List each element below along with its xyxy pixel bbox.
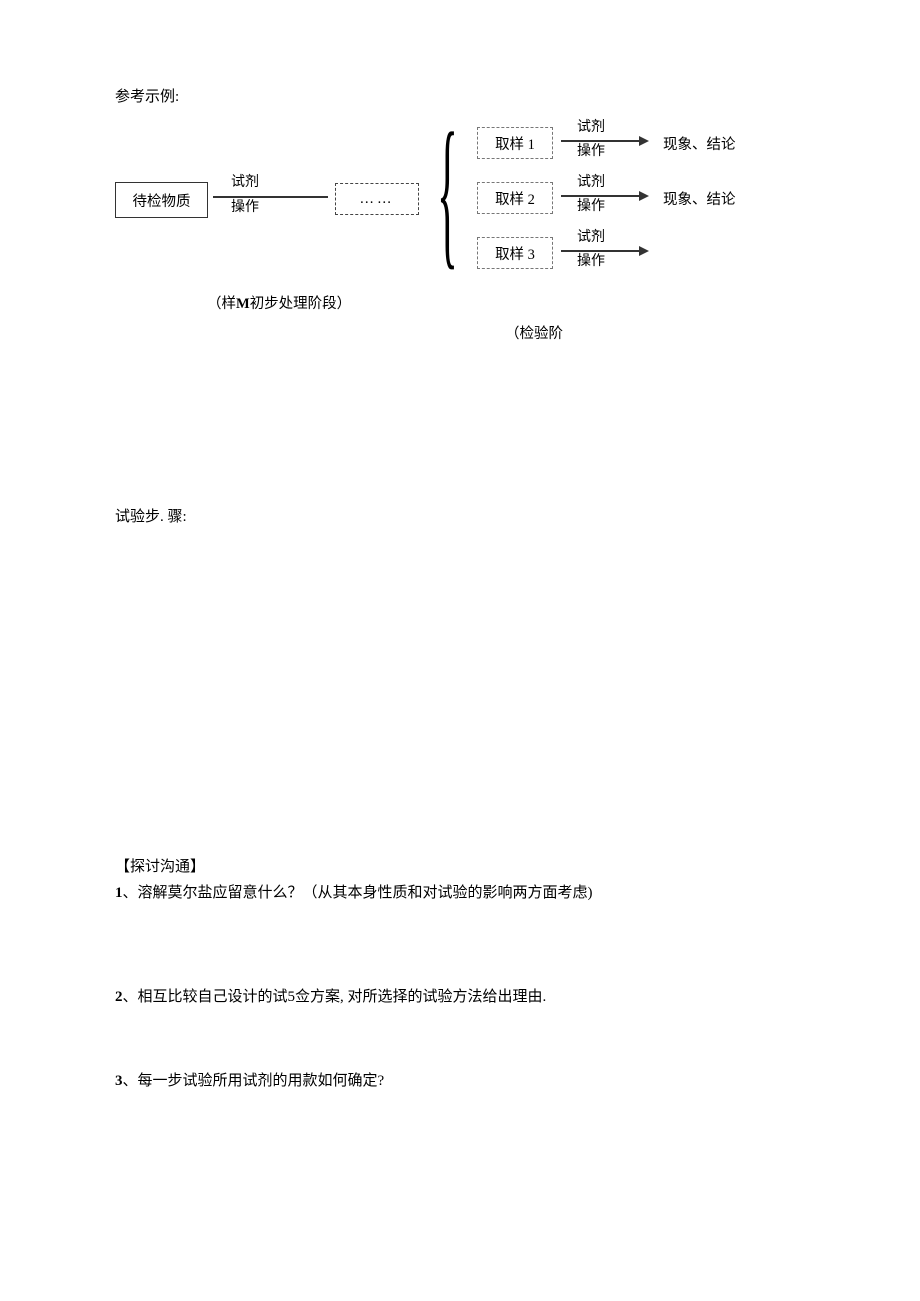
result-text-2: 现象、结论 [663, 188, 736, 209]
caption-left-text: （样M初步处理阶段） [207, 296, 351, 312]
reagent-label-s3-top: 试剂 [577, 230, 605, 246]
flowchart-diagram: 待检物质 试剂 操作 …… { 取样 1 试剂 操作 现象、结论 取样 2 试剂… [115, 120, 815, 290]
ellipsis-box: …… [335, 183, 419, 215]
reagent-label-s3-bottom: 操作 [577, 254, 605, 270]
reagent-label-s1-bottom: 操作 [577, 144, 605, 160]
q2-number: 2 [115, 989, 123, 1005]
arrow-line-s2 [561, 195, 639, 197]
discussion-section: 【探讨沟通】 1、溶解莫尔盐应留意什么？（从其本身性质和对试验的影响两方面考虑)… [115, 855, 805, 1096]
pending-substance-box: 待检物质 [115, 182, 208, 218]
reagent-label-1-bottom: 操作 [231, 200, 259, 216]
experiment-steps-label: 试验步. 骤: [115, 505, 187, 526]
arrow-head-s2 [639, 191, 649, 201]
arrow-head-s1 [639, 136, 649, 146]
q1-number: 1 [115, 885, 123, 901]
q3-number: 3 [115, 1073, 123, 1089]
question-1: 1、溶解莫尔盐应留意什么？（从其本身性质和对试验的影响两方面考虑) [115, 882, 805, 904]
arrow-head-s3 [639, 246, 649, 256]
reference-example-label: 参考示例: [115, 85, 805, 106]
result-text-1: 现象、结论 [663, 133, 736, 154]
reagent-label-s2-top: 试剂 [577, 175, 605, 191]
arrow-line-1 [213, 196, 328, 198]
sample-3-box: 取样 3 [477, 237, 553, 269]
caption-left: （样M初步处理阶段） [207, 292, 351, 313]
brace-symbol: { [437, 109, 458, 276]
arrow-line-s1 [561, 140, 639, 142]
sample-1-box: 取样 1 [477, 127, 553, 159]
q3-text: 、每一步试验所用试剂的用款如何确定? [123, 1073, 385, 1089]
reagent-label-1-top: 试剂 [231, 175, 259, 191]
reagent-label-s1-top: 试剂 [577, 120, 605, 136]
caption-right: （检验阶 [505, 322, 563, 343]
question-3: 3、每一步试验所用试剂的用款如何确定? [115, 1070, 805, 1092]
reagent-label-s2-bottom: 操作 [577, 199, 605, 215]
discussion-title: 【探讨沟通】 [115, 855, 805, 876]
arrow-line-s3 [561, 250, 639, 252]
q2-text: 、相互比较自己设计的试5佥方案, 对所选择的试验方法给出理由. [123, 989, 547, 1005]
question-2: 2、相互比较自己设计的试5佥方案, 对所选择的试验方法给出理由. [115, 986, 805, 1008]
q1-text: 、溶解莫尔盐应留意什么？（从其本身性质和对试验的影响两方面考虑) [123, 885, 593, 901]
sample-2-box: 取样 2 [477, 182, 553, 214]
